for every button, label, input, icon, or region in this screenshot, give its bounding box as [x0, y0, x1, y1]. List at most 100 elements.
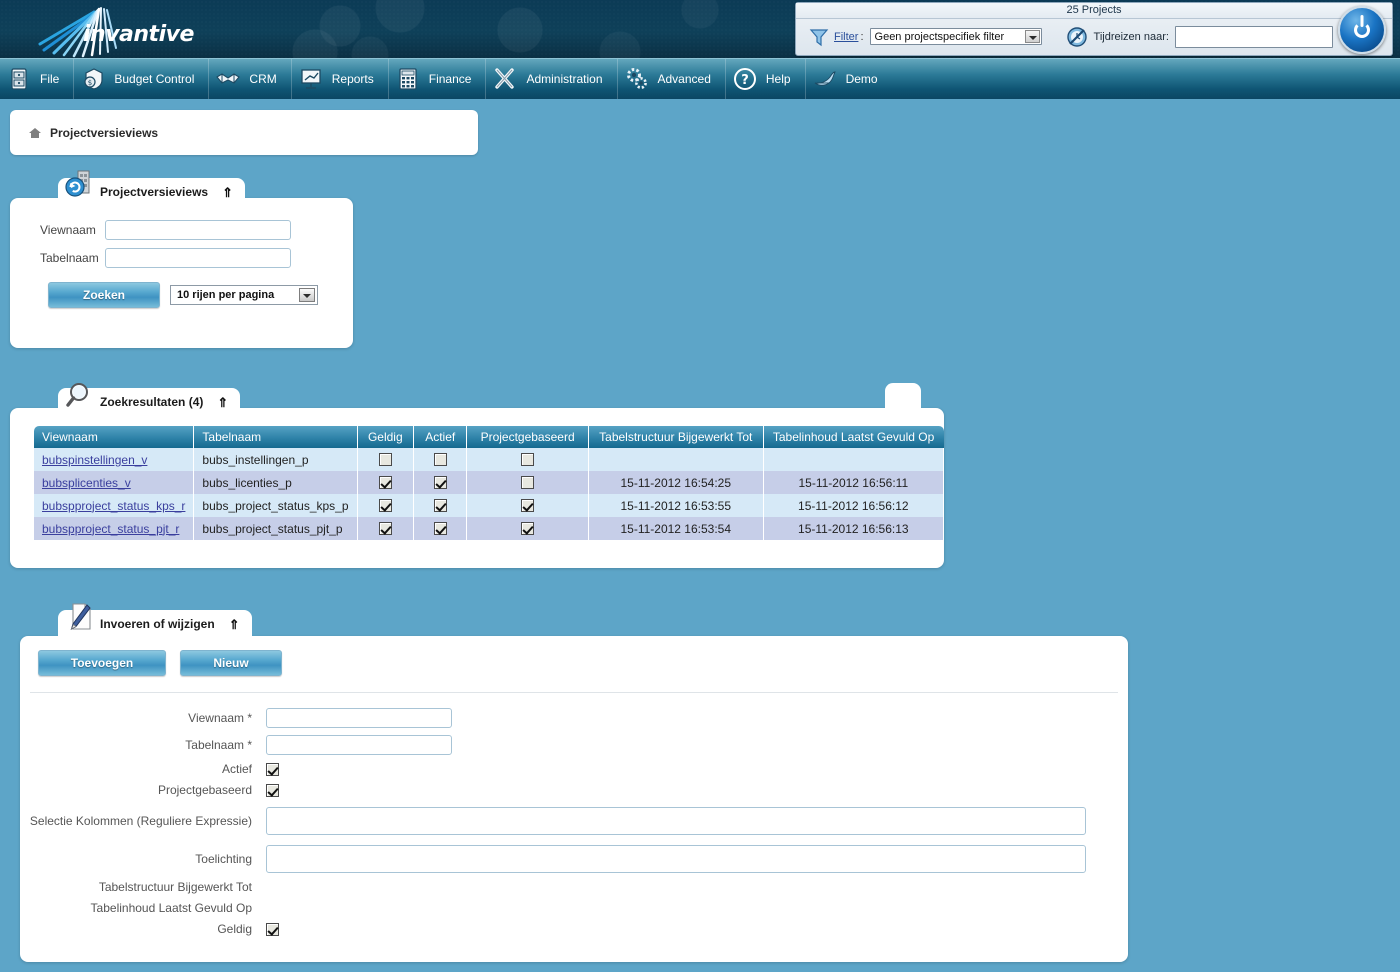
edit-tabelnaam-input[interactable] — [266, 735, 452, 755]
edit-panel: Toevoegen Nieuw Viewnaam * Tabelnaam * Act… — [20, 636, 1128, 962]
menu-item-advanced[interactable]: Advanced — [616, 59, 725, 99]
edit-actief-checkbox[interactable] — [266, 762, 279, 776]
menu-item-reports[interactable]: Reports — [290, 59, 388, 99]
rows-per-page-select[interactable]: 10 rijen per pagina — [170, 285, 318, 305]
checkbox[interactable] — [378, 452, 392, 466]
edit-tabelnaam-label: Tabelnaam * — [185, 738, 252, 752]
checkbox[interactable] — [378, 475, 392, 489]
checkbox[interactable] — [521, 475, 535, 489]
edit-selectie-kolommen-reguliere-expressie-input[interactable] — [266, 807, 1086, 835]
menu-item-demo[interactable]: Demo — [804, 59, 892, 99]
edit-geldig-checkbox[interactable] — [266, 922, 279, 936]
cell-geldig — [357, 494, 415, 517]
menu-item-help[interactable]: ? Help — [724, 59, 805, 99]
table-row[interactable]: bubspinstellingen_v bubs_instellingen_p — [34, 448, 945, 471]
cell-tabelnaam: bubs_licenties_p — [193, 471, 358, 494]
gears-icon — [624, 66, 650, 92]
clock-disabled-icon — [1066, 26, 1087, 47]
edit-projectgebaseerd-checkbox[interactable] — [266, 783, 279, 797]
search-actions-row: Zoeken 10 rijen per pagina — [10, 282, 353, 308]
chevron-down-icon[interactable] — [1024, 30, 1040, 43]
column-header-actief[interactable]: Actief — [413, 426, 468, 448]
search-viewnaam-input[interactable] — [105, 220, 291, 240]
edit-tabelinhoud-laatst-gevuld-op-label: Tabelinhoud Laatst Gevuld Op — [90, 901, 252, 915]
checkbox[interactable] — [378, 521, 392, 535]
nieuw-button[interactable]: Nieuw — [180, 650, 282, 676]
search-panel-tab[interactable]: Projectversieviews ⇑ — [58, 170, 245, 206]
power-button-icon[interactable] — [1338, 6, 1386, 54]
chevron-up-double-icon[interactable]: ⇑ — [222, 186, 233, 199]
file-cabinet-icon — [6, 66, 32, 92]
checkbox[interactable] — [521, 498, 535, 512]
checkbox[interactable] — [378, 498, 392, 512]
project-count-label: 25 Projects — [796, 3, 1392, 19]
cell-tabelnaam: bubs_instellingen_p — [193, 448, 358, 471]
viewnaam-link[interactable]: bubspproject_status_pjt_r — [42, 522, 179, 536]
cell-viewnaam[interactable]: bubsplicenties_v — [34, 471, 195, 494]
viewnaam-link[interactable]: bubspinstellingen_v — [42, 453, 147, 467]
checkbox[interactable] — [433, 452, 447, 466]
cell-viewnaam[interactable]: bubspinstellingen_v — [34, 448, 195, 471]
checkbox[interactable] — [433, 475, 447, 489]
cell-actief — [413, 471, 468, 494]
zoeken-button[interactable]: Zoeken — [48, 282, 160, 308]
results-panel-extra-tab[interactable] — [885, 383, 921, 411]
table-row[interactable]: bubsplicenties_v bubs_licenties_p 15-11-20… — [34, 471, 945, 494]
cell-tabelinhoud: 15-11-2012 16:56:12 — [763, 494, 945, 517]
timetravel-input[interactable] — [1174, 25, 1333, 48]
menu-item-file[interactable]: File — [0, 59, 73, 99]
breadcrumb[interactable]: Projectversieviews — [10, 110, 478, 155]
viewnaam-link[interactable]: bubspproject_status_kps_r — [42, 499, 185, 513]
edit-field-actief-row: Actief — [20, 762, 1128, 776]
menu-item-label: Administration — [526, 72, 603, 86]
breadcrumb-label: Projectversieviews — [50, 125, 159, 140]
toevoegen-button[interactable]: Toevoegen — [38, 650, 166, 676]
rows-per-page-value: 10 rijen per pagina — [177, 289, 275, 301]
results-table: Viewnaam Tabelnaam Geldig Actief Project… — [34, 426, 945, 540]
chevron-up-double-icon[interactable]: ⇑ — [217, 396, 228, 409]
edit-panel-tab[interactable]: Invoeren of wijzigen ⇑ — [58, 603, 252, 638]
brand-logo[interactable]: invantive — [28, 0, 208, 58]
column-header-tabelstructuur[interactable]: Tabelstructuur Bijgewerkt Tot — [588, 426, 764, 448]
edit-field-geldig-row: Geldig — [20, 922, 1128, 936]
cell-viewnaam[interactable]: bubspproject_status_pjt_r — [34, 517, 195, 540]
cell-tabelnaam: bubs_project_status_pjt_p — [193, 517, 358, 540]
filter-link[interactable]: Filter — [834, 31, 858, 43]
viewnaam-link[interactable]: bubsplicenties_v — [42, 476, 131, 490]
table-row[interactable]: bubspproject_status_kps_r bubs_project_st… — [34, 494, 945, 517]
column-header-viewnaam[interactable]: Viewnaam — [34, 426, 195, 448]
filter-select-value: Geen projectspecifiek filter — [874, 31, 1005, 43]
menu-item-label: Demo — [845, 72, 878, 86]
edit-viewnaam-input[interactable] — [266, 708, 452, 728]
question-mark-icon: ? — [732, 66, 758, 92]
chevron-up-double-icon[interactable]: ⇑ — [229, 618, 240, 631]
cell-viewnaam[interactable]: bubspproject_status_kps_r — [34, 494, 195, 517]
checkbox[interactable] — [521, 521, 535, 535]
menu-item-label: CRM — [249, 72, 277, 86]
menu-item-finance[interactable]: Finance — [387, 59, 486, 99]
search-field-viewnaam-row: Viewnaam — [10, 220, 353, 240]
checkbox[interactable] — [433, 498, 447, 512]
chevron-down-icon[interactable] — [299, 288, 315, 302]
edit-toelichting-input[interactable] — [266, 845, 1086, 873]
cell-tabelstructuur: 15-11-2012 16:53:54 — [588, 517, 764, 540]
column-header-projectgebaseerd[interactable]: Projectgebaseerd — [466, 426, 589, 448]
menu-item-label: Advanced — [657, 72, 711, 86]
column-header-tabelinhoud[interactable]: Tabelinhoud Laatst Gevuld Op — [763, 426, 944, 448]
results-panel-tab[interactable]: Zoekresultaten (4) ⇑ — [58, 383, 241, 416]
column-header-geldig[interactable]: Geldig — [357, 426, 415, 448]
svg-text:$: $ — [88, 79, 92, 87]
menu-item-administration[interactable]: Administration — [485, 59, 616, 99]
edit-viewnaam-label: Viewnaam * — [188, 711, 252, 725]
cell-tabelinhoud — [763, 448, 945, 471]
search-tabelnaam-input[interactable] — [105, 248, 291, 268]
cell-geldig — [357, 471, 415, 494]
filter-select[interactable]: Geen projectspecifiek filter — [869, 28, 1042, 45]
menu-item-crm[interactable]: CRM — [208, 59, 290, 99]
checkbox[interactable] — [433, 521, 447, 535]
table-row[interactable]: bubspproject_status_pjt_r bubs_project_st… — [34, 517, 945, 540]
checkbox[interactable] — [521, 452, 535, 466]
menu-item-budget-control[interactable]: $ Budget Control — [73, 59, 208, 99]
column-header-tabelnaam[interactable]: Tabelnaam — [193, 426, 358, 448]
pencil-document-icon — [64, 600, 98, 634]
